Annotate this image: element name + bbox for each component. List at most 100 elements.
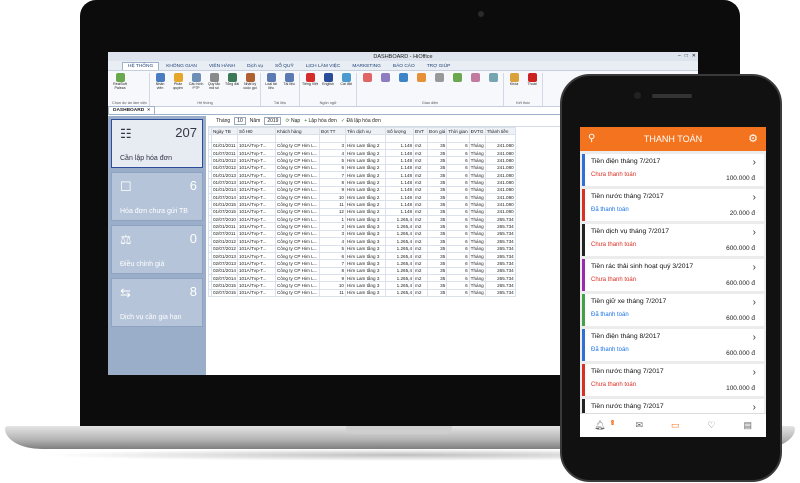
filter-cell[interactable] [275, 134, 320, 143]
column-header[interactable]: Khách hàng [275, 126, 320, 136]
table-row[interactable]: 02/01/2014 101A/Tvp-T... Công ty CP Him L.… [208, 266, 516, 275]
ribbon-button[interactable] [413, 73, 429, 101]
close-icon[interactable]: × [147, 108, 150, 113]
ribbon-button[interactable]: Thoát [524, 73, 540, 101]
filter-cell[interactable] [413, 134, 428, 143]
menu-tab[interactable]: LỊCH LÀM VIỆC [301, 63, 346, 70]
payment-card[interactable]: Tiền nước tháng 7/2017 Đã thanh toán 20.00… [582, 189, 764, 221]
ribbon-button[interactable]: Phân quyền [170, 73, 186, 101]
table-row[interactable]: 02/07/2013 101A/Tvp-T... Công ty CP Him L.… [208, 259, 516, 268]
menu-tab[interactable]: VIÊN HÀNH [204, 63, 240, 70]
column-header[interactable]: Số lượng [385, 126, 414, 136]
ribbon-button[interactable]: Tiếng Việt [302, 73, 318, 101]
menu-tab[interactable]: HỆ THỐNG [122, 62, 160, 70]
maximize-icon[interactable]: □ [685, 53, 688, 59]
payment-card[interactable]: Tiền giữ xe tháng 7/2017 Đã thanh toán 600… [582, 294, 764, 326]
table-row[interactable]: 01/07/2012 101A/Tvp-T... Công ty CP Him L.… [208, 163, 516, 173]
ribbon-button[interactable]: Nhật ký cuộc gọi [242, 73, 258, 101]
payment-card[interactable]: Tiền điện tháng 7/2017 Chưa thanh toán 100… [582, 154, 764, 186]
dashboard-tile[interactable]: ⇆ 8 Dịch vụ cần gia hạn [111, 278, 203, 327]
table-row[interactable]: 02/01/2012 101A/Tvp-T... Công ty CP Him L.… [208, 237, 516, 246]
filter-cell[interactable] [446, 134, 470, 143]
payment-card[interactable]: Tiền nước tháng 7/2017 Chưa thanh toán 100… [582, 364, 764, 396]
ribbon-button[interactable]: Cài đặt [338, 73, 354, 101]
search-icon[interactable]: ⚲ [588, 133, 595, 144]
table-row[interactable]: 01/07/2015 101A/Tvp-T... Công ty CP Him L.… [208, 207, 516, 217]
ribbon-button[interactable] [467, 73, 483, 101]
filter-cell[interactable] [211, 134, 238, 143]
ribbon-button[interactable]: Khóa [506, 73, 522, 101]
dashboard-tile[interactable]: ☷ 207 Cần lập hóa đơn [111, 119, 203, 168]
payment-card[interactable]: Tiền rác thải sinh hoạt quý 3/2017 Chưa t… [582, 259, 764, 291]
card-icon[interactable]: ▭ [671, 420, 680, 431]
table-row[interactable]: 02/07/2010 101A/Tvp-T... Công ty CP Him L.… [208, 215, 516, 224]
table-row[interactable]: 01/01/2014 101A/Tvp-T... Công ty CP Him L.… [208, 185, 516, 195]
ribbon-button[interactable] [377, 73, 393, 101]
table-row[interactable]: 02/01/2015 101A/Tvp-T... Công ty CP Him L.… [208, 281, 516, 290]
created-invoice-button[interactable]: ✓ Đã lập hóa đơn [341, 118, 381, 124]
column-header[interactable]: Thành tiền [484, 126, 516, 136]
ribbon-button[interactable] [449, 73, 465, 101]
menu-tab[interactable]: TRỢ GIÚP [422, 63, 456, 70]
create-invoice-button[interactable]: + Lập hóa đơn [304, 118, 337, 124]
column-header[interactable]: Đơn giá [426, 126, 448, 136]
table-row[interactable]: 01/07/2014 101A/Tvp-T... Công ty CP Him L.… [208, 193, 516, 202]
filter-cell[interactable] [319, 134, 346, 143]
filter-cell[interactable] [345, 134, 386, 143]
table-row[interactable]: 01/01/2015 101A/Tvp-T... Công ty CP Him L.… [208, 200, 516, 209]
gear-icon[interactable]: ⚙ [748, 132, 758, 145]
table-row[interactable]: 02/01/2011 101A/Tvp-T... Công ty CP Him L.… [208, 222, 516, 231]
table-row[interactable]: 02/07/2015 101A/Tvp-T... Công ty CP Him L.… [208, 288, 516, 297]
ribbon-button[interactable]: Tài liệu [281, 73, 297, 101]
filter-cell[interactable] [484, 134, 516, 143]
minimize-icon[interactable]: – [678, 53, 681, 59]
ribbon-button[interactable]: RealSoft Paleza [112, 73, 128, 101]
table-row[interactable]: 02/07/2012 101A/Tvp-T... Công ty CP Him L.… [208, 244, 516, 253]
filter-cell[interactable] [237, 134, 276, 143]
ribbon-button[interactable]: Cấu hình PTP [188, 73, 204, 101]
ribbon-button[interactable]: Loại tài liệu [263, 73, 279, 101]
table-row[interactable]: 01/01/2012 101A/Tvp-T... Công ty CP Him L.… [208, 156, 516, 165]
dashboard-tile[interactable]: ⚖ 0 Điều chỉnh giá [111, 225, 203, 274]
menu-tab[interactable]: MARKETING [347, 63, 386, 70]
payment-card[interactable]: Tiền dịch vụ tháng 7/2017 Chưa thanh toán… [582, 224, 764, 256]
close-icon[interactable]: ✕ [692, 53, 696, 59]
heart-icon[interactable]: ♡ [707, 420, 715, 431]
column-header[interactable]: Tên dịch vụ [345, 126, 386, 136]
dashboard-tile[interactable]: ☐ 6 Hóa đơn chưa gửi TB [111, 172, 203, 221]
year-input[interactable]: 2019 [264, 117, 282, 125]
table-row[interactable]: 02/07/2011 101A/Tvp-T... Công ty CP Him L.… [208, 229, 516, 239]
menu-tab[interactable]: SỔ QUỸ [270, 63, 299, 70]
column-header[interactable]: ĐVT [413, 126, 428, 136]
table-row[interactable]: 02/01/2013 101A/Tvp-T... Công ty CP Him L.… [208, 251, 516, 261]
document-icon[interactable]: ▤ [743, 420, 752, 431]
month-input[interactable]: 10 [234, 117, 246, 125]
tab-dashboard[interactable]: DASHBOARD × [108, 106, 155, 114]
column-header[interactable]: ĐVTG [468, 126, 486, 136]
column-header[interactable]: Đợt TT [319, 126, 346, 136]
payment-card[interactable]: Tiền điện tháng 8/2017 Đã thanh toán 600.0… [582, 329, 764, 361]
filter-cell[interactable] [468, 134, 486, 143]
table-row[interactable]: 01/07/2013 101A/Tvp-T... Công ty CP Him L.… [208, 178, 516, 187]
menu-tab[interactable]: BÁO CÁO [388, 63, 420, 70]
ribbon-button[interactable] [359, 73, 375, 101]
ribbon-button[interactable] [485, 73, 501, 101]
ribbon-button[interactable] [395, 73, 411, 101]
ribbon-button[interactable]: Quy tắc mã số [206, 73, 222, 101]
ribbon-button[interactable]: English [320, 73, 336, 101]
column-header[interactable]: Số HĐ [237, 126, 276, 136]
mail-icon[interactable]: ✉ [636, 420, 644, 431]
column-header[interactable]: Thời gian [446, 126, 470, 136]
table-row[interactable]: 01/07/2011 101A/Tvp-T... Công ty CP Him L.… [208, 149, 516, 158]
menu-tab[interactable]: KHÔNG GIAN [161, 63, 202, 70]
table-row[interactable]: 02/07/2014 101A/Tvp-T... Công ty CP Him L.… [208, 273, 516, 283]
filter-cell[interactable] [385, 134, 414, 143]
load-button[interactable]: ⟳ Nạp [285, 118, 300, 124]
bell-icon[interactable]: 🔔︎ 0 [594, 420, 614, 431]
table-row[interactable]: 01/01/2011 101A/Tvp-T... Công ty CP Him L.… [208, 141, 516, 151]
menu-tab[interactable]: Dịch vụ [242, 63, 268, 70]
ribbon-button[interactable]: Nhân viên [152, 73, 168, 101]
table-row[interactable]: 01/01/2013 101A/Tvp-T... Công ty CP Him L.… [208, 171, 516, 180]
column-header[interactable]: Ngày TB [211, 126, 238, 136]
ribbon-button[interactable]: Tổng đài [224, 73, 240, 101]
